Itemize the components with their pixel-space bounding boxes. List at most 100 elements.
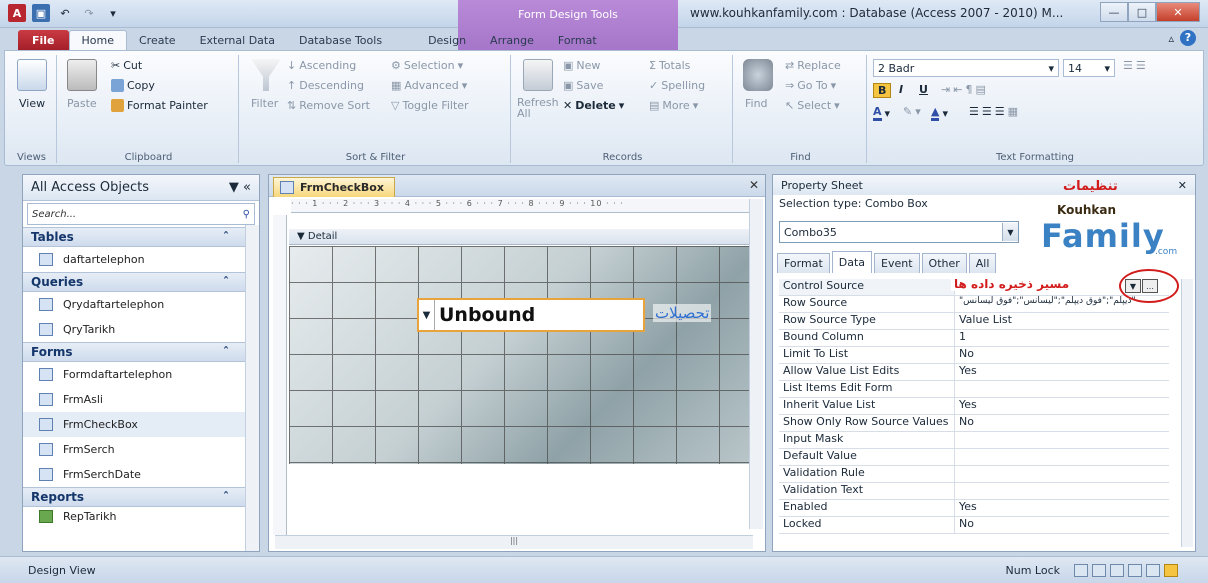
tab-design[interactable]: Design [416, 30, 478, 50]
view-button[interactable]: View [19, 97, 45, 110]
new-record-button[interactable]: ▣ New [563, 59, 600, 72]
font-name-select[interactable]: 2 Badr ▾ [873, 59, 1059, 77]
nav-item-form[interactable]: Formdaftartelephon [23, 362, 259, 387]
pivot-table-view-icon[interactable] [1110, 563, 1124, 577]
detail-section-bar[interactable]: ▼ Detail [289, 229, 751, 245]
selection-button[interactable]: ⚙ Selection ▾ [391, 59, 463, 72]
find-binoculars-icon[interactable] [743, 59, 773, 91]
save-icon[interactable]: ▣ [32, 4, 50, 22]
property-row[interactable]: Default Value [779, 449, 1169, 466]
help-icon[interactable]: ? [1180, 30, 1196, 46]
filter-icon[interactable] [251, 59, 281, 91]
maximize-button[interactable]: □ [1128, 2, 1156, 22]
nav-scrollbar[interactable] [245, 225, 259, 551]
tab-external-data[interactable]: External Data [188, 30, 287, 50]
design-view-icon[interactable] [1164, 563, 1178, 577]
align-buttons[interactable]: ☰ ☰ ☰ ▦ [969, 105, 1018, 118]
layout-view-icon[interactable] [1146, 563, 1160, 577]
nav-search-box[interactable]: Search... ⚲ [27, 203, 255, 225]
bullets-button[interactable]: ☰ ☰ [1123, 59, 1146, 72]
property-row[interactable]: Locked No [779, 517, 1169, 534]
delete-button[interactable]: ✕ Delete ▾ [563, 99, 624, 112]
property-row[interactable]: Validation Rule [779, 466, 1169, 483]
format-painter-button[interactable]: Format Painter [111, 99, 208, 112]
nav-item-form[interactable]: FrmSerchDate [23, 462, 259, 487]
nav-item-report[interactable]: RepTarikh [23, 507, 259, 525]
nav-item-query[interactable]: Qrydaftartelephon [23, 292, 259, 317]
spelling-button[interactable]: ✓ Spelling [649, 79, 705, 92]
document-tab[interactable]: FrmCheckBox [273, 177, 395, 197]
refresh-all-button[interactable]: Refresh All [517, 97, 559, 119]
property-row[interactable]: Row Source Type Value List [779, 313, 1169, 330]
ascending-button[interactable]: ↓ Ascending [287, 59, 356, 72]
pivot-chart-view-icon[interactable] [1128, 563, 1142, 577]
nav-item-query[interactable]: QryTarikh [23, 317, 259, 342]
nav-category-tables[interactable]: Tables ˆ [23, 227, 259, 247]
close-window-button[interactable]: ✕ [1156, 2, 1200, 22]
property-row[interactable]: Show Only Row Source Values No [779, 415, 1169, 432]
remove-sort-button[interactable]: ⇅ Remove Sort [287, 99, 370, 112]
cut-button[interactable]: ✂ Cut [111, 59, 142, 72]
nav-category-queries[interactable]: Queries ˆ [23, 272, 259, 292]
italic-button[interactable]: I [895, 83, 907, 96]
minimize-button[interactable]: — [1100, 2, 1128, 22]
redo-icon[interactable]: ↷ [80, 4, 98, 22]
tab-arrange[interactable]: Arrange [478, 30, 546, 50]
more-button[interactable]: ▤ More ▾ [649, 99, 698, 112]
tab-file[interactable]: File [18, 30, 69, 50]
tab-data[interactable]: Data [831, 251, 873, 273]
property-row[interactable]: Inherit Value List Yes [779, 398, 1169, 415]
close-document-icon[interactable]: ✕ [749, 178, 759, 192]
save-record-button[interactable]: ▣ Save [563, 79, 603, 92]
close-icon[interactable]: ✕ [1178, 179, 1187, 192]
underline-button[interactable]: U [915, 83, 932, 96]
customize-qat-icon[interactable]: ▾ [104, 4, 122, 22]
totals-button[interactable]: Σ Totals [649, 59, 690, 72]
property-row[interactable]: Validation Text [779, 483, 1169, 500]
document-vertical-scrollbar[interactable] [749, 199, 763, 529]
property-sheet-scrollbar[interactable] [1181, 279, 1193, 547]
advanced-button[interactable]: ▦ Advanced ▾ [391, 79, 467, 92]
refresh-icon[interactable] [523, 59, 553, 91]
copy-button[interactable]: Copy [111, 79, 155, 92]
paste-icon[interactable] [67, 59, 97, 91]
filter-button[interactable]: Filter [251, 97, 278, 110]
minimize-ribbon-icon[interactable]: ▵ [1168, 32, 1174, 45]
combo-box-control[interactable]: ▼ Unbound [417, 298, 645, 332]
paste-button[interactable]: Paste [67, 97, 97, 110]
nav-item-form[interactable]: FrmAsli [23, 387, 259, 412]
nav-category-reports[interactable]: Reports ˆ [23, 487, 259, 507]
tab-home[interactable]: Home [68, 30, 127, 50]
access-app-icon[interactable]: A [8, 4, 26, 22]
property-row[interactable]: Bound Column 1 [779, 330, 1169, 347]
undo-icon[interactable]: ↶ [56, 4, 74, 22]
document-horizontal-scrollbar[interactable]: ||| [275, 535, 753, 549]
navigation-pane-header[interactable]: All Access Objects ▼ « [23, 175, 259, 201]
form-view-icon[interactable] [1074, 563, 1088, 577]
tab-database-tools[interactable]: Database Tools [287, 30, 394, 50]
select-button[interactable]: ↖ Select ▾ [785, 99, 840, 112]
descending-button[interactable]: ↑ Descending [287, 79, 364, 92]
nav-category-forms[interactable]: Forms ˆ [23, 342, 259, 362]
font-color-button[interactable]: A ▾ [873, 105, 890, 121]
property-row[interactable]: Input Mask [779, 432, 1169, 449]
tab-format[interactable]: Format [777, 253, 830, 273]
find-button[interactable]: Find [745, 97, 768, 110]
datasheet-view-icon[interactable] [1092, 563, 1106, 577]
replace-button[interactable]: ⇄ Replace [785, 59, 841, 72]
nav-item-table[interactable]: daftartelephon [23, 247, 259, 272]
tab-other[interactable]: Other [921, 253, 967, 273]
tab-all[interactable]: All [968, 253, 997, 273]
property-row[interactable]: Allow Value List Edits Yes [779, 364, 1169, 381]
property-row[interactable]: Enabled Yes [779, 500, 1169, 517]
property-row[interactable]: List Items Edit Form [779, 381, 1169, 398]
highlight-button[interactable]: ✎ ▾ [903, 105, 921, 118]
form-detail-area[interactable]: ▼ Unbound تحصیلات [289, 246, 751, 464]
toggle-filter-button[interactable]: ▽ Toggle Filter [391, 99, 469, 112]
property-row[interactable]: Row Source "دیپلم";"فوق دیپلم";"لیسانس";"… [779, 296, 1169, 313]
nav-item-form[interactable]: FrmSerch [23, 437, 259, 462]
go-to-button[interactable]: ⇒ Go To ▾ [785, 79, 836, 92]
tab-create[interactable]: Create [127, 30, 188, 50]
indent-buttons[interactable]: ⇥ ⇤ ¶ ▤ [941, 83, 986, 96]
tab-event[interactable]: Event [874, 253, 920, 273]
